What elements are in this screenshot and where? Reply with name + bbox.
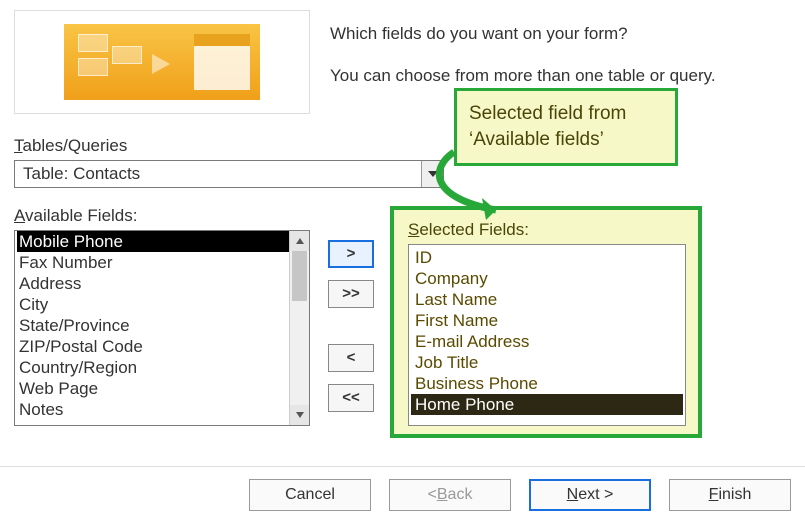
chevron-down-icon <box>296 412 304 418</box>
available-fields-label: Available Fields: <box>14 206 310 226</box>
wizard-hint: You can choose from more than one table … <box>330 66 791 86</box>
list-item[interactable]: Company <box>411 268 683 289</box>
list-item[interactable]: Fax Number <box>17 252 289 273</box>
finish-rest: inish <box>718 486 751 504</box>
list-item[interactable]: Notes <box>17 399 289 420</box>
selected-fields-highlight: Selected Fields: IDCompanyLast NameFirst… <box>390 206 702 438</box>
back-accel: B <box>437 486 448 504</box>
list-item[interactable]: Last Name <box>411 289 683 310</box>
wizard-graphic-illustration <box>64 24 260 100</box>
remove-one-button[interactable]: < <box>328 344 374 372</box>
back-button: < Back <box>389 479 511 511</box>
list-item[interactable]: Job Title <box>411 352 683 373</box>
tables-queries-value: Table: Contacts <box>15 164 421 184</box>
scroll-down-button[interactable] <box>290 405 309 425</box>
chevron-up-icon <box>296 238 304 244</box>
back-prefix: < <box>428 486 437 504</box>
wizard-graphic <box>14 10 310 114</box>
scroll-track[interactable] <box>290 251 309 405</box>
tables-queries-combo[interactable]: Table: Contacts <box>14 160 444 188</box>
chevron-down-icon <box>428 171 438 177</box>
combo-dropdown-button[interactable] <box>421 161 443 187</box>
scroll-up-button[interactable] <box>290 231 309 251</box>
list-item[interactable]: First Name <box>411 310 683 331</box>
wizard-footer: Cancel < Back Next > Finish <box>0 466 805 511</box>
list-item[interactable]: State/Province <box>17 315 289 336</box>
next-rest: ext > <box>578 486 613 504</box>
wizard-question: Which fields do you want on your form? <box>330 24 791 44</box>
next-accel: N <box>567 486 579 504</box>
back-rest: ack <box>448 486 473 504</box>
add-all-button[interactable]: >> <box>328 280 374 308</box>
scrollbar[interactable] <box>289 231 309 425</box>
remove-all-button[interactable]: << <box>328 384 374 412</box>
next-button[interactable]: Next > <box>529 479 651 511</box>
selected-fields-listbox[interactable]: IDCompanyLast NameFirst NameE-mail Addre… <box>408 244 686 426</box>
add-one-button[interactable]: > <box>328 240 374 268</box>
available-fields-listbox[interactable]: Mobile PhoneFax NumberAddressCityState/P… <box>14 230 310 426</box>
list-item[interactable]: City <box>17 294 289 315</box>
list-item[interactable]: ZIP/Postal Code <box>17 336 289 357</box>
finish-button[interactable]: Finish <box>669 479 791 511</box>
selected-fields-label: Selected Fields: <box>408 220 686 240</box>
callout-annotation: Selected field from ‘Available fields’ <box>454 88 678 166</box>
list-item[interactable]: Country/Region <box>17 357 289 378</box>
callout-line2: ‘Available fields’ <box>469 127 663 153</box>
cancel-button[interactable]: Cancel <box>249 479 371 511</box>
scroll-thumb[interactable] <box>292 251 307 301</box>
list-item[interactable]: E-mail Address <box>411 331 683 352</box>
list-item[interactable]: Mobile Phone <box>17 231 289 252</box>
list-item[interactable]: ID <box>411 247 683 268</box>
list-item[interactable]: Home Phone <box>411 394 683 415</box>
finish-accel: F <box>709 486 719 504</box>
list-item[interactable]: Address <box>17 273 289 294</box>
list-item[interactable]: Business Phone <box>411 373 683 394</box>
callout-line1: Selected field from <box>469 101 663 127</box>
list-item[interactable]: Web Page <box>17 378 289 399</box>
